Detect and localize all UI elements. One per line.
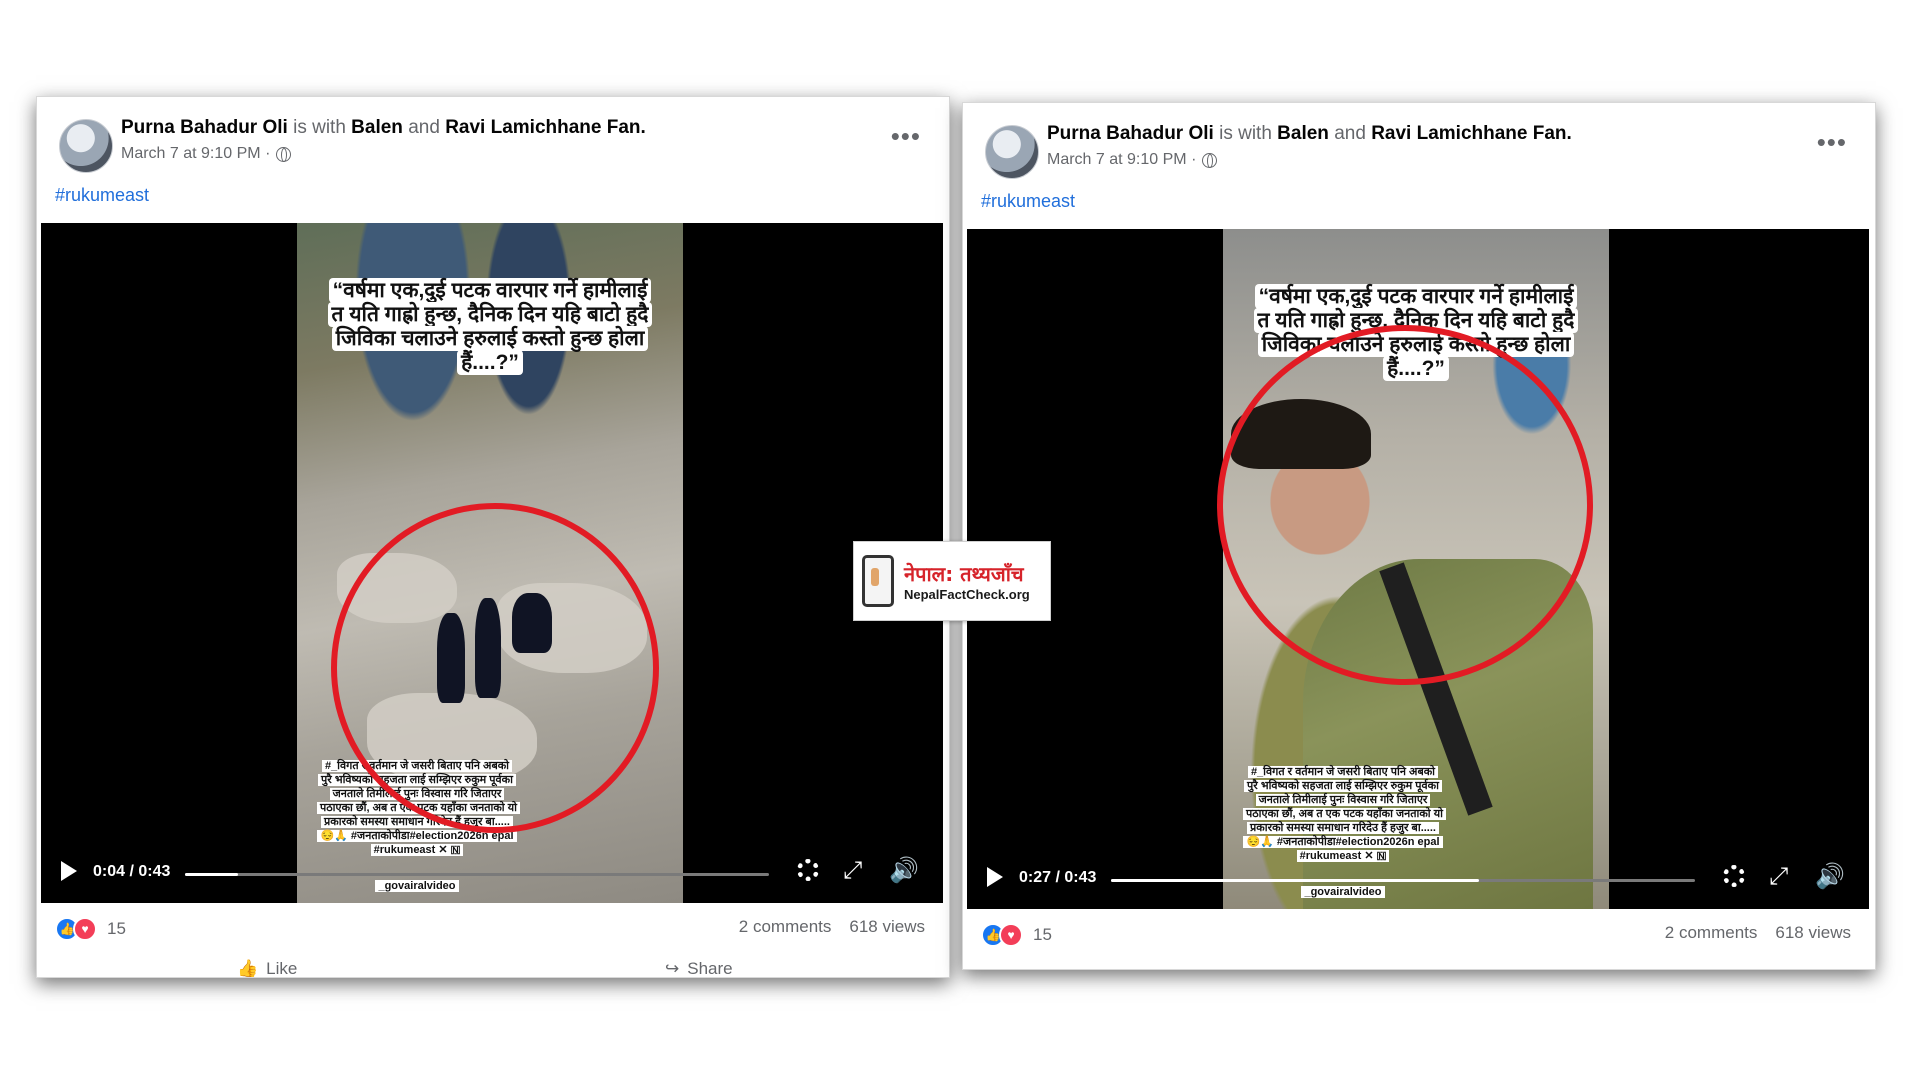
post-actions: 👍 Like ↪ Share — [37, 957, 949, 978]
share-label: Share — [687, 959, 733, 978]
more-options-icon[interactable]: ••• — [891, 123, 921, 149]
post-meta: March 7 at 9:10 PM · — [1047, 151, 1218, 169]
comments-count[interactable]: 2 comments — [739, 917, 832, 937]
progress-fill — [185, 873, 238, 876]
time-display: 0:27 / 0:43 — [1019, 869, 1097, 886]
share-arrow-icon: ↪ — [665, 959, 680, 978]
post-meta: March 7 at 9:10 PM · — [121, 145, 292, 163]
phone-hand-icon — [862, 555, 894, 607]
more-options-icon[interactable]: ••• — [1817, 129, 1847, 155]
volume-icon[interactable]: 🔊 — [1815, 865, 1845, 889]
settings-gear-icon[interactable] — [797, 859, 819, 881]
hashtag-link[interactable]: #rukumeast — [55, 185, 149, 206]
progress-track[interactable] — [1111, 879, 1695, 882]
with-word: is with — [1219, 123, 1272, 144]
post-stats: 👍 ♥ 15 2 comments 618 views — [963, 921, 1875, 951]
volume-icon[interactable]: 🔊 — [889, 859, 919, 883]
highlight-circle — [1217, 325, 1593, 685]
like-label: Like — [266, 959, 298, 978]
comments-count[interactable]: 2 comments — [1665, 923, 1758, 943]
reaction-count: 15 — [1033, 925, 1052, 944]
love-reaction-icon: ♥ — [999, 923, 1023, 947]
settings-gear-icon[interactable] — [1723, 865, 1745, 887]
like-thumb-icon: 👍 — [237, 959, 259, 978]
avatar[interactable] — [59, 119, 113, 173]
highlight-circle — [331, 503, 659, 833]
tagged-user-2[interactable]: Ravi Lamichhane Fan. — [1371, 123, 1572, 144]
post-header: Purna Bahadur Oli is with Balen and Ravi… — [121, 117, 646, 139]
avatar[interactable] — [985, 125, 1039, 179]
timestamp[interactable]: March 7 at 9:10 PM · — [1047, 151, 1196, 169]
logo-url-text: NepalFactCheck.org — [904, 587, 1030, 602]
time-display: 0:04 / 0:43 — [93, 863, 171, 880]
fullscreen-icon[interactable]: ⤢ — [1769, 865, 1788, 889]
views-count: 618 views — [849, 917, 925, 936]
globe-icon — [1202, 152, 1218, 168]
video-player[interactable]: “वर्षमा एक,दुई पटक वारपार गर्ने हामीलाई … — [41, 223, 943, 903]
post-header: Purna Bahadur Oli is with Balen and Ravi… — [1047, 123, 1572, 145]
fullscreen-icon[interactable]: ⤢ — [843, 859, 862, 883]
logo-nepali-text: नेपाल: तथ्यजाँच — [904, 562, 1024, 586]
reactions[interactable]: 👍 ♥ 15 — [55, 917, 126, 941]
video-controls: 0:27 / 0:43 ⤢ 🔊 — [967, 853, 1869, 909]
love-reaction-icon: ♥ — [73, 917, 97, 941]
globe-icon — [276, 146, 292, 162]
nepal-factcheck-logo: नेपाल: तथ्यजाँच NepalFactCheck.org — [853, 541, 1051, 621]
timestamp[interactable]: March 7 at 9:10 PM · — [121, 145, 270, 163]
hashtag-link[interactable]: #rukumeast — [981, 191, 1075, 212]
author-name[interactable]: Purna Bahadur Oli — [1047, 123, 1214, 144]
video-player[interactable]: “वर्षमा एक,दुई पटक वारपार गर्ने हामीलाई … — [967, 229, 1869, 909]
like-button[interactable]: 👍 Like — [237, 959, 298, 978]
facebook-post-card-right: Purna Bahadur Oli is with Balen and Ravi… — [962, 102, 1876, 970]
video-controls: 0:04 / 0:43 ⤢ 🔊 — [41, 847, 943, 903]
views-count: 618 views — [1775, 923, 1851, 942]
share-button[interactable]: ↪ Share — [665, 959, 733, 978]
progress-track[interactable] — [185, 873, 769, 876]
play-icon[interactable] — [61, 861, 77, 881]
progress-fill — [1111, 879, 1479, 882]
facebook-post-card-left: Purna Bahadur Oli is with Balen and Ravi… — [36, 96, 950, 978]
tagged-user-1[interactable]: Balen — [1277, 123, 1329, 144]
tagged-user-2[interactable]: Ravi Lamichhane Fan. — [445, 117, 646, 138]
play-icon[interactable] — [987, 867, 1003, 887]
post-stats: 👍 ♥ 15 2 comments 618 views — [37, 915, 949, 945]
and-word: and — [408, 117, 440, 138]
author-name[interactable]: Purna Bahadur Oli — [121, 117, 288, 138]
tagged-user-1[interactable]: Balen — [351, 117, 403, 138]
reaction-count: 15 — [107, 919, 126, 938]
overlay-caption-bottom: #_विगत र वर्तमान जे जसरी बिताए पनि अबको … — [1243, 765, 1446, 863]
overlay-caption-top: “वर्षमा एक,दुई पटक वारपार गर्ने हामीलाई … — [327, 278, 653, 375]
with-word: is with — [293, 117, 346, 138]
reactions[interactable]: 👍 ♥ 15 — [981, 923, 1052, 947]
and-word: and — [1334, 123, 1366, 144]
